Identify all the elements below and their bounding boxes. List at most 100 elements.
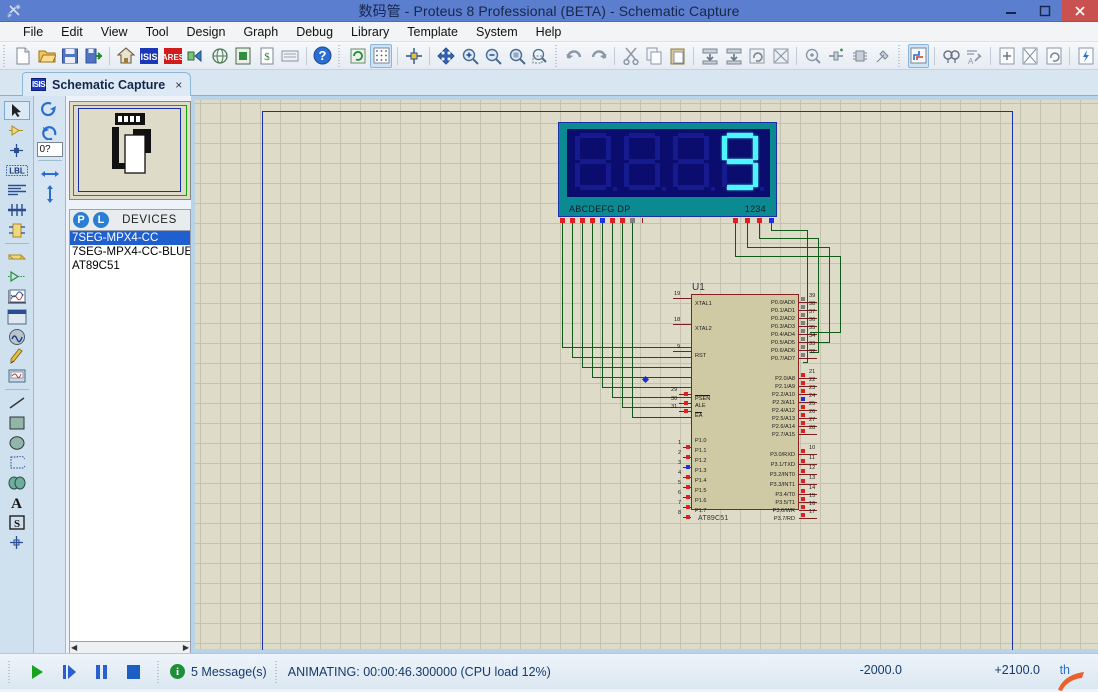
pin-dot-p3-5[interactable] <box>801 497 805 501</box>
report-icon[interactable] <box>280 44 302 68</box>
redo-icon[interactable] <box>588 44 610 68</box>
save-exit-icon[interactable] <box>83 44 105 68</box>
pin-dot-p1-5[interactable] <box>686 495 690 499</box>
wire-seg-d-h[interactable] <box>592 377 691 378</box>
pin-dot-p0-4[interactable] <box>801 329 805 333</box>
wire-seg-f[interactable] <box>612 223 613 397</box>
wire-seg-b-h[interactable] <box>572 357 691 358</box>
menu-template[interactable]: Template <box>398 23 467 41</box>
schematic-canvas-area[interactable]: ABCDEFG DP 1234 <box>191 96 1098 653</box>
back-to-design-icon[interactable] <box>186 44 208 68</box>
block-copy-icon[interactable] <box>699 44 721 68</box>
wire-seg-f-h[interactable] <box>612 397 691 398</box>
block-rotate-icon[interactable] <box>746 44 768 68</box>
paste-icon[interactable] <box>667 44 689 68</box>
copy-icon[interactable] <box>643 44 665 68</box>
cut-icon[interactable] <box>620 44 642 68</box>
circle-tool-icon[interactable] <box>4 433 30 452</box>
library-manager-button[interactable]: L <box>93 212 109 228</box>
pin-dot-p3-6[interactable] <box>801 505 805 509</box>
toolbar-grip[interactable] <box>2 45 8 67</box>
maximize-button[interactable] <box>1028 0 1062 21</box>
wire-seg-e-h[interactable] <box>602 387 691 388</box>
menu-system[interactable]: System <box>467 23 527 41</box>
property-assign-icon[interactable]: A <box>964 44 986 68</box>
pin-dot-p1-6[interactable] <box>686 505 690 509</box>
pin-dot-p0-2[interactable] <box>801 313 805 317</box>
pin-dot-p2-5[interactable] <box>801 413 805 417</box>
remove-sheet-icon[interactable] <box>1019 44 1041 68</box>
exit-sheet-icon[interactable] <box>1043 44 1065 68</box>
seven-segment-display[interactable]: ABCDEFG DP 1234 <box>558 122 777 217</box>
arc-tool-icon[interactable] <box>4 453 30 472</box>
wire-seg-g[interactable] <box>622 223 623 407</box>
refresh-icon[interactable] <box>347 44 369 68</box>
3d-view-icon[interactable] <box>209 44 231 68</box>
terminals-mode-icon[interactable] <box>4 247 30 266</box>
menu-view[interactable]: View <box>92 23 137 41</box>
menu-graph[interactable]: Graph <box>234 23 287 41</box>
wire-seg-g-h[interactable] <box>622 407 691 408</box>
undo-icon[interactable] <box>564 44 586 68</box>
open-file-icon[interactable] <box>36 44 58 68</box>
pin-dot-p2-6[interactable] <box>801 421 805 425</box>
pin-dot-p3-3[interactable] <box>801 479 805 483</box>
pin-dot-ea[interactable] <box>684 409 688 413</box>
pick-devices-button[interactable]: P <box>73 212 89 228</box>
wire-dig3-v[interactable] <box>759 223 760 238</box>
pan-icon[interactable] <box>435 44 457 68</box>
save-icon[interactable] <box>59 44 81 68</box>
pin-dot-p2-7[interactable] <box>801 429 805 433</box>
scroll-right-icon[interactable]: ▶ <box>183 643 189 652</box>
wire-dig4-h[interactable] <box>771 230 807 231</box>
wire-seg-e[interactable] <box>602 223 603 387</box>
bom-icon[interactable]: $ <box>256 44 278 68</box>
wire-dig2-h[interactable] <box>747 247 829 248</box>
menu-design[interactable]: Design <box>178 23 235 41</box>
junction-dot-mode-icon[interactable] <box>4 141 30 160</box>
grid-toggle-icon[interactable] <box>370 44 392 68</box>
pin-dot-p3-4[interactable] <box>801 489 805 493</box>
pin-dot-p1-2[interactable] <box>686 465 690 469</box>
pin-dot-psen[interactable] <box>684 392 688 396</box>
pick-device-icon[interactable] <box>802 44 824 68</box>
wire-dig4-v[interactable] <box>771 223 772 230</box>
block-delete-icon[interactable] <box>770 44 792 68</box>
ares-icon[interactable]: ARES <box>162 44 184 68</box>
pin-dot-p3-7[interactable] <box>801 513 805 517</box>
wire-seg-a-h[interactable] <box>562 347 691 348</box>
pin-dot-p2-4[interactable] <box>801 405 805 409</box>
netlist-icon[interactable] <box>1075 44 1097 68</box>
pin-dot-p0-3[interactable] <box>801 321 805 325</box>
pin-dot-p2-3[interactable] <box>801 397 805 401</box>
selection-mode-icon[interactable] <box>4 101 30 120</box>
box-tool-icon[interactable] <box>4 413 30 432</box>
pin-dot-p1-7[interactable] <box>686 515 690 519</box>
list-item[interactable]: 7SEG-MPX4-CC-BLUE <box>70 245 190 259</box>
design-explorer-icon[interactable] <box>233 44 255 68</box>
closed-path-tool-icon[interactable] <box>4 473 30 492</box>
menu-file[interactable]: File <box>14 23 52 41</box>
wire-dig2-v[interactable] <box>747 223 748 247</box>
pin-dot-p1-3[interactable] <box>686 475 690 479</box>
schematic-canvas[interactable]: ABCDEFG DP 1234 <box>195 100 1098 649</box>
step-button[interactable] <box>53 659 85 685</box>
wire-seg-c[interactable] <box>582 223 583 367</box>
wire-seg-dp-h[interactable] <box>632 417 691 418</box>
statusbar-grip[interactable] <box>157 661 164 683</box>
text-script-mode-icon[interactable] <box>4 181 30 200</box>
device-pins-mode-icon[interactable] <box>4 267 30 286</box>
devices-list[interactable]: 7SEG-MPX4-CC 7SEG-MPX4-CC-BLUE AT89C51 <box>69 231 191 653</box>
buses-mode-icon[interactable] <box>4 201 30 220</box>
voltage-probe-icon[interactable] <box>4 347 30 366</box>
play-button[interactable] <box>21 659 53 685</box>
text-tool-icon[interactable]: A <box>4 493 30 512</box>
rotation-angle-field[interactable]: 0? <box>37 142 63 157</box>
scroll-left-icon[interactable]: ◀ <box>71 643 77 652</box>
wire-seg-b[interactable] <box>572 223 573 357</box>
menu-tool[interactable]: Tool <box>137 23 178 41</box>
new-sheet-icon[interactable] <box>996 44 1018 68</box>
menu-edit[interactable]: Edit <box>52 23 92 41</box>
wire-dig4-h2[interactable] <box>803 362 808 363</box>
line-tool-icon[interactable] <box>4 393 30 412</box>
